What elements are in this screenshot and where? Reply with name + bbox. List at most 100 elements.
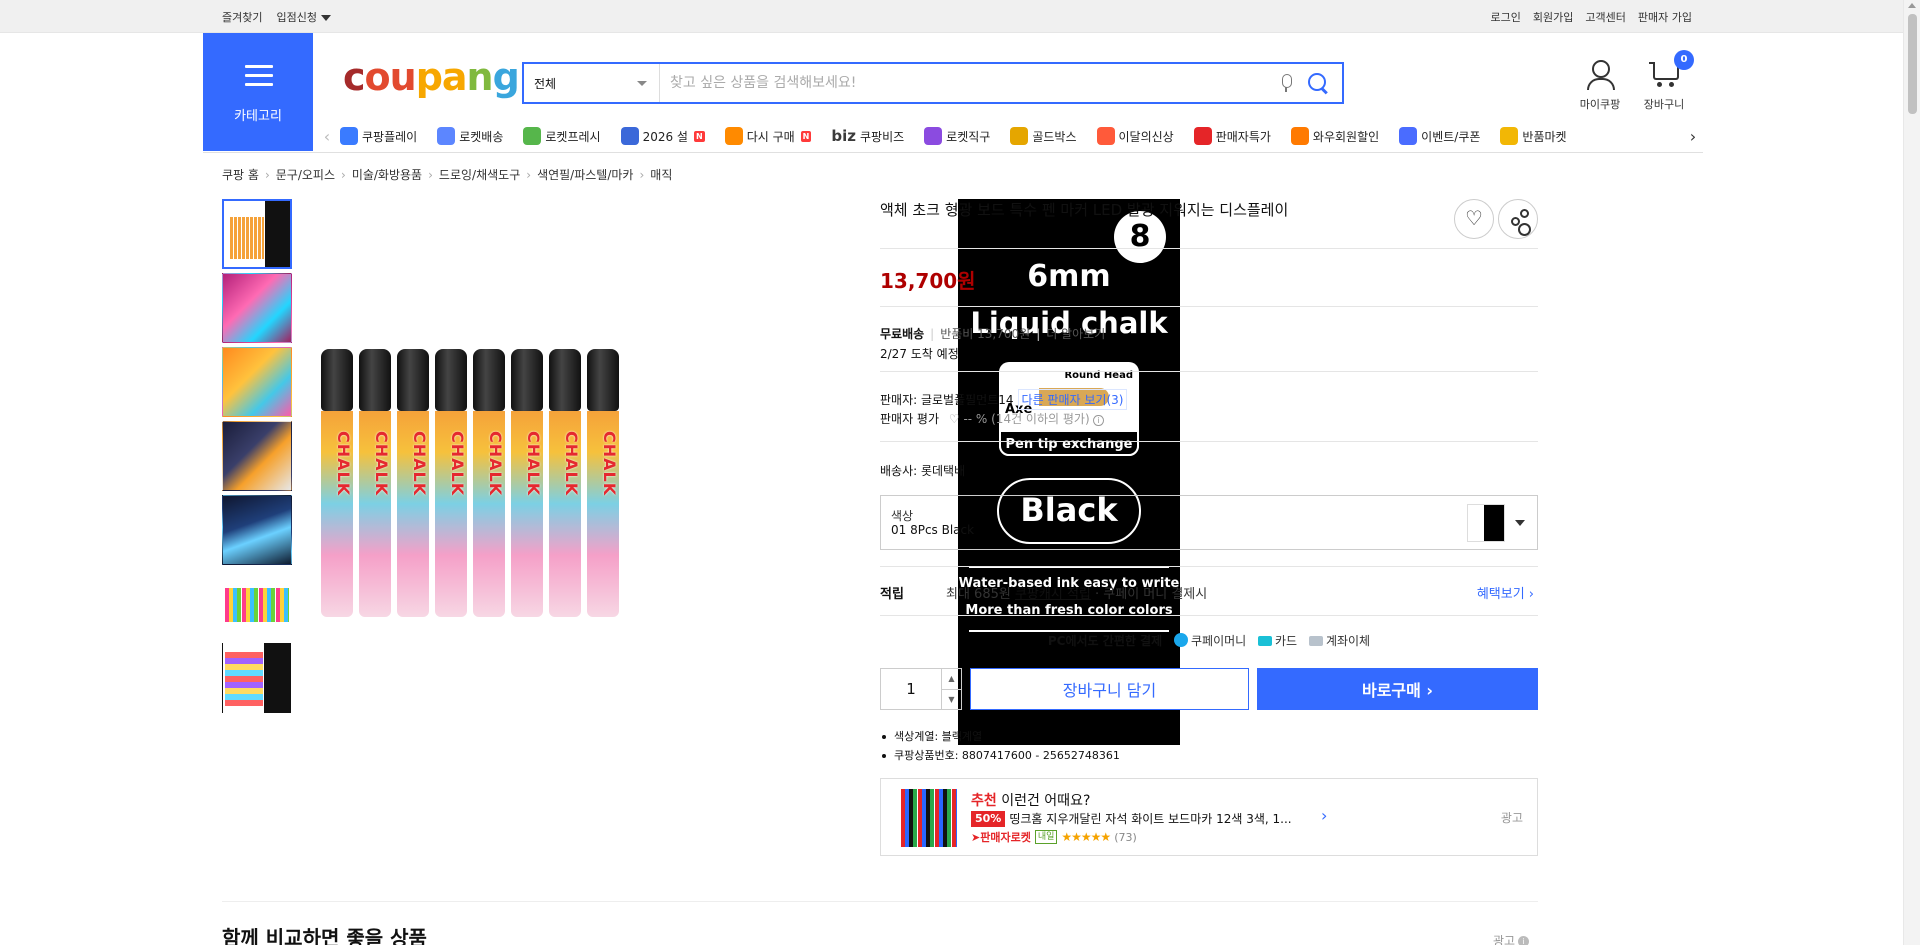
logo-part: n [466,55,494,99]
logo-part: c [343,55,366,99]
thumbnail-5[interactable] [222,495,292,565]
courier-info: 배송사: 롯데택배 [880,464,966,478]
breadcrumb-item[interactable]: 색연필/파스텔/마카 [537,166,633,183]
recommendation-name: 띵크홈 지우개달린 자석 화이트 보드마카 12색 3색, 1... [1009,812,1292,826]
see-more-link[interactable]: 더 알아보기 [1046,327,1105,341]
benefits-link[interactable]: 혜택보기 › [1477,583,1534,602]
add-to-cart-button[interactable]: 장바구니 담기 [970,668,1249,710]
cart-button[interactable]: 0 장바구니 [1636,50,1694,112]
bank-icon [1308,636,1323,646]
quantity-input[interactable] [881,669,941,709]
service-nav-item[interactable]: 판매자특가 [1193,127,1271,145]
signup-link[interactable]: 회원가입 [1533,9,1573,25]
breadcrumb-separator: › [526,167,532,182]
chalk-marker: CHALK [321,349,353,617]
marker-label: CHALK [448,431,467,497]
card-option[interactable]: 카드 [1258,634,1297,648]
service-nav-label: 다시 구매 [746,129,795,144]
service-icon [1290,127,1309,145]
service-nav-item[interactable]: 로켓배송 [437,127,503,145]
my-coupang-label: 마이쿠팡 [1579,98,1621,111]
thumbnail-1[interactable] [222,199,292,269]
scrollbar-thumb[interactable] [1908,14,1917,114]
service-nav-label: 쿠팡비즈 [859,129,905,144]
option-thumbnail [1467,504,1505,542]
info-icon[interactable]: i [1518,936,1530,945]
breadcrumb: 쿠팡 홈 › 문구/오피스 › 미술/화방용품 › 드로잉/채색도구 › 색연필/파스텔/마카 ›… [222,166,672,183]
benefits-label: 혜택보기 [1476,587,1525,602]
nav-prev-arrow-icon[interactable]: ‹ [320,127,334,146]
chevron-right-icon: › [1528,587,1534,602]
option-value: 01 8Pcs Black [891,523,975,537]
service-nav-item[interactable]: 와우회원할인 [1290,127,1380,145]
breadcrumb-separator: › [639,167,645,182]
chevron-down-icon [1515,520,1525,526]
card-label: 카드 [1275,634,1298,648]
category-label: 카테고리 [234,109,282,124]
microphone-icon[interactable] [1276,72,1296,94]
share-icon[interactable] [1498,199,1538,239]
service-nav-item[interactable]: biz 쿠팡비즈 [831,127,904,145]
hamburger-icon [245,65,273,87]
service-nav-item[interactable]: 이벤트/쿠폰 [1399,127,1480,145]
service-nav-label: 와우회원할인 [1312,129,1380,144]
service-nav-item[interactable]: 로켓프레시 [523,127,601,145]
service-nav-item[interactable]: 로켓직구 [924,127,990,145]
new-badge: N [800,130,812,142]
thumbnail-6[interactable] [222,569,292,639]
coupay-money-option[interactable]: 쿠페이머니 [1173,633,1247,648]
bookmark-link[interactable]: 즐겨찾기 [222,9,262,25]
heart-icon[interactable] [1454,199,1494,239]
spec-item: 색상계열: 블랙계열 [880,727,1120,746]
seller-signup-link[interactable]: 판매자 가입 [1638,9,1692,25]
free-shipping-label: 무료배송 [880,327,925,341]
recommend-title: 이런건 어때요? [996,793,1091,809]
service-nav-item[interactable]: 이달의신상 [1096,127,1174,145]
thumbnail-7[interactable] [222,643,292,713]
chevron-right-icon[interactable]: › [1321,806,1327,825]
service-nav-item[interactable]: 반품마켓 [1500,127,1567,145]
coupang-cash-link[interactable]: 쿠팡캐시 적립 [1015,587,1091,602]
breadcrumb-item[interactable]: 문구/오피스 [276,166,335,183]
seller-apply-link[interactable]: 입점신청 [276,9,331,25]
chalk-marker: CHALK [511,349,543,617]
info-icon[interactable]: i [1093,415,1104,426]
my-coupang-button[interactable]: 마이쿠팡 [1570,58,1630,112]
thumbnail-2[interactable] [222,273,292,343]
service-nav-item[interactable]: 다시 구매 N [724,127,812,145]
recommendation-card[interactable]: 추천 이런건 어때요? 50% 띵크홈 지우개달린 자석 화이트 보드마카 12… [880,778,1538,856]
recommendation-meta: ➤판매자로켓 내일 ★★★★★ (73) [971,829,1137,845]
logo-part: ou [364,55,417,99]
page-scrollbar[interactable] [1903,0,1920,945]
login-link[interactable]: 로그인 [1491,9,1521,25]
reward-label: 적립 [880,587,904,602]
coupang-logo[interactable]: coupang [343,55,520,99]
quantity-decrease-icon[interactable]: ▼ [942,690,961,710]
service-nav-item[interactable]: 2026 설 N [620,127,705,145]
product-title: 액체 초크 형광 보드 특수 펜 마커 LED 발광 지워지는 디스플레이 [880,201,1289,219]
scroll-up-icon[interactable] [1908,3,1916,8]
service-nav-item[interactable]: 쿠팡플레이 [340,127,417,145]
search-icon[interactable] [1306,71,1330,95]
other-sellers-link[interactable]: 다른 판매자 보기(3) [1017,389,1128,410]
service-nav-label: 판매자특가 [1215,129,1271,144]
thumbnail-4[interactable] [222,421,292,491]
category-menu-button[interactable]: 카테고리 [203,33,313,151]
customer-center-link[interactable]: 고객센터 [1585,9,1625,25]
search-input[interactable] [660,64,1276,102]
search-category-select[interactable]: 전체 [524,64,660,102]
main-product-image[interactable]: CHALK CHALK CHALK CHALK CHALK CHALK CHALK CHALK… [316,199,1180,745]
marker-label: CHALK [600,431,619,497]
breadcrumb-item[interactable]: 미술/화방용품 [352,166,422,183]
breadcrumb-item[interactable]: 드로잉/채색도구 [439,166,520,183]
bank-transfer-option[interactable]: 계좌이체 [1308,634,1370,648]
color-option-select[interactable]: 색상 01 8Pcs Black [880,495,1538,550]
quantity-increase-icon[interactable]: ▲ [942,669,961,690]
buy-now-button[interactable]: 바로구매 › [1257,668,1538,710]
coupay-label: 쿠페이머니 [1190,634,1247,648]
thumbnail-3[interactable] [222,347,292,417]
nav-next-arrow-icon[interactable]: › [1686,127,1700,146]
service-nav-item[interactable]: 골드박스 [1010,127,1077,145]
breadcrumb-item[interactable]: 쿠팡 홈 [222,166,259,183]
breadcrumb-item[interactable]: 매직 [650,166,672,183]
